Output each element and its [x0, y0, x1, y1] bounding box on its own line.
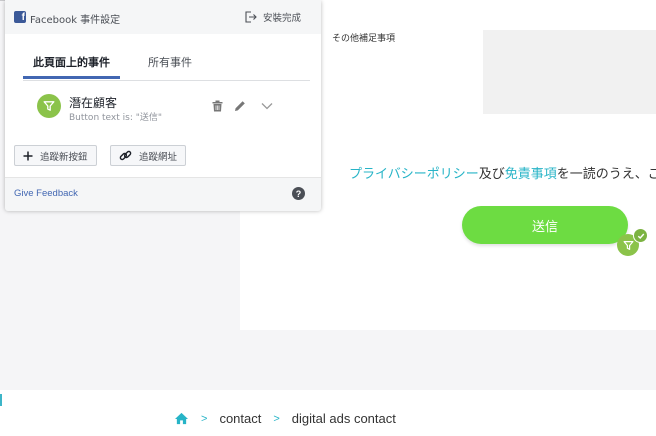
send-button[interactable]: 送信 [462, 206, 628, 244]
exit-icon [245, 11, 257, 23]
track-new-button-label: 追蹤新按鈕 [40, 151, 88, 163]
expand-event-button[interactable] [260, 99, 274, 113]
breadcrumb-separator: > [201, 412, 208, 425]
tab-all-events[interactable]: 所有事件 [148, 54, 192, 70]
help-icon[interactable]: ? [292, 187, 305, 200]
disclaimer-link[interactable]: 免責事項 [505, 167, 557, 182]
chevron-down-icon [261, 103, 273, 110]
event-title: 潛在顧客 [69, 96, 118, 110]
finish-setup-button[interactable]: 安裝完成 [244, 10, 301, 24]
breadcrumb-item-contact[interactable]: contact [219, 411, 261, 426]
funnel-icon [622, 240, 634, 250]
tab-divider [23, 80, 310, 81]
privacy-read-text: を一読のうえ、ご新 [556, 167, 656, 182]
link-icon [119, 149, 132, 162]
track-url-button[interactable]: 追蹤網址 [110, 145, 187, 166]
panel-title: Facebook 事件設定 [30, 15, 121, 26]
tab-events-on-page[interactable]: 此頁面上的事件 [33, 54, 110, 70]
facebook-event-setup-panel: f Facebook 事件設定 安裝完成 此頁面上的事件 所有事件 潛在顧客 B… [5, 0, 321, 211]
panel-footer: Give Feedback ? [5, 177, 321, 211]
delete-event-button[interactable] [210, 99, 224, 113]
track-url-label: 追蹤網址 [139, 151, 178, 163]
check-badge [633, 228, 648, 243]
trash-icon [212, 100, 222, 112]
give-feedback-link[interactable]: Give Feedback [14, 188, 78, 199]
privacy-policy-link[interactable]: プライバシーポリシー [349, 167, 479, 182]
finish-setup-label: 安裝完成 [263, 13, 302, 24]
other-notes-textarea[interactable] [483, 30, 656, 114]
breadcrumb-item-current: digital ads contact [291, 411, 396, 426]
panel-header: f Facebook 事件設定 安裝完成 [5, 0, 321, 34]
pencil-icon [235, 101, 245, 111]
home-icon[interactable] [174, 412, 189, 425]
privacy-consent-text: プライバシーポリシー及び免責事項を一読のうえ、ご新 [349, 163, 656, 182]
check-icon [637, 233, 644, 239]
funnel-icon [43, 101, 55, 111]
breadcrumb-separator: > [273, 412, 280, 425]
edit-event-button[interactable] [233, 99, 247, 113]
track-new-button-button[interactable]: 追蹤新按鈕 [14, 145, 97, 166]
event-subtitle: Button text is: "送信" [69, 113, 162, 123]
event-icon [37, 94, 61, 118]
facebook-icon: f [14, 11, 26, 23]
other-notes-label: その他補足事項 [332, 34, 396, 44]
footer-accent-mark [0, 394, 2, 406]
plus-icon [23, 151, 33, 161]
active-tab-indicator [23, 76, 120, 79]
breadcrumb: > contact > digital ads contact [174, 411, 396, 426]
privacy-and-text: 及び [478, 167, 505, 182]
